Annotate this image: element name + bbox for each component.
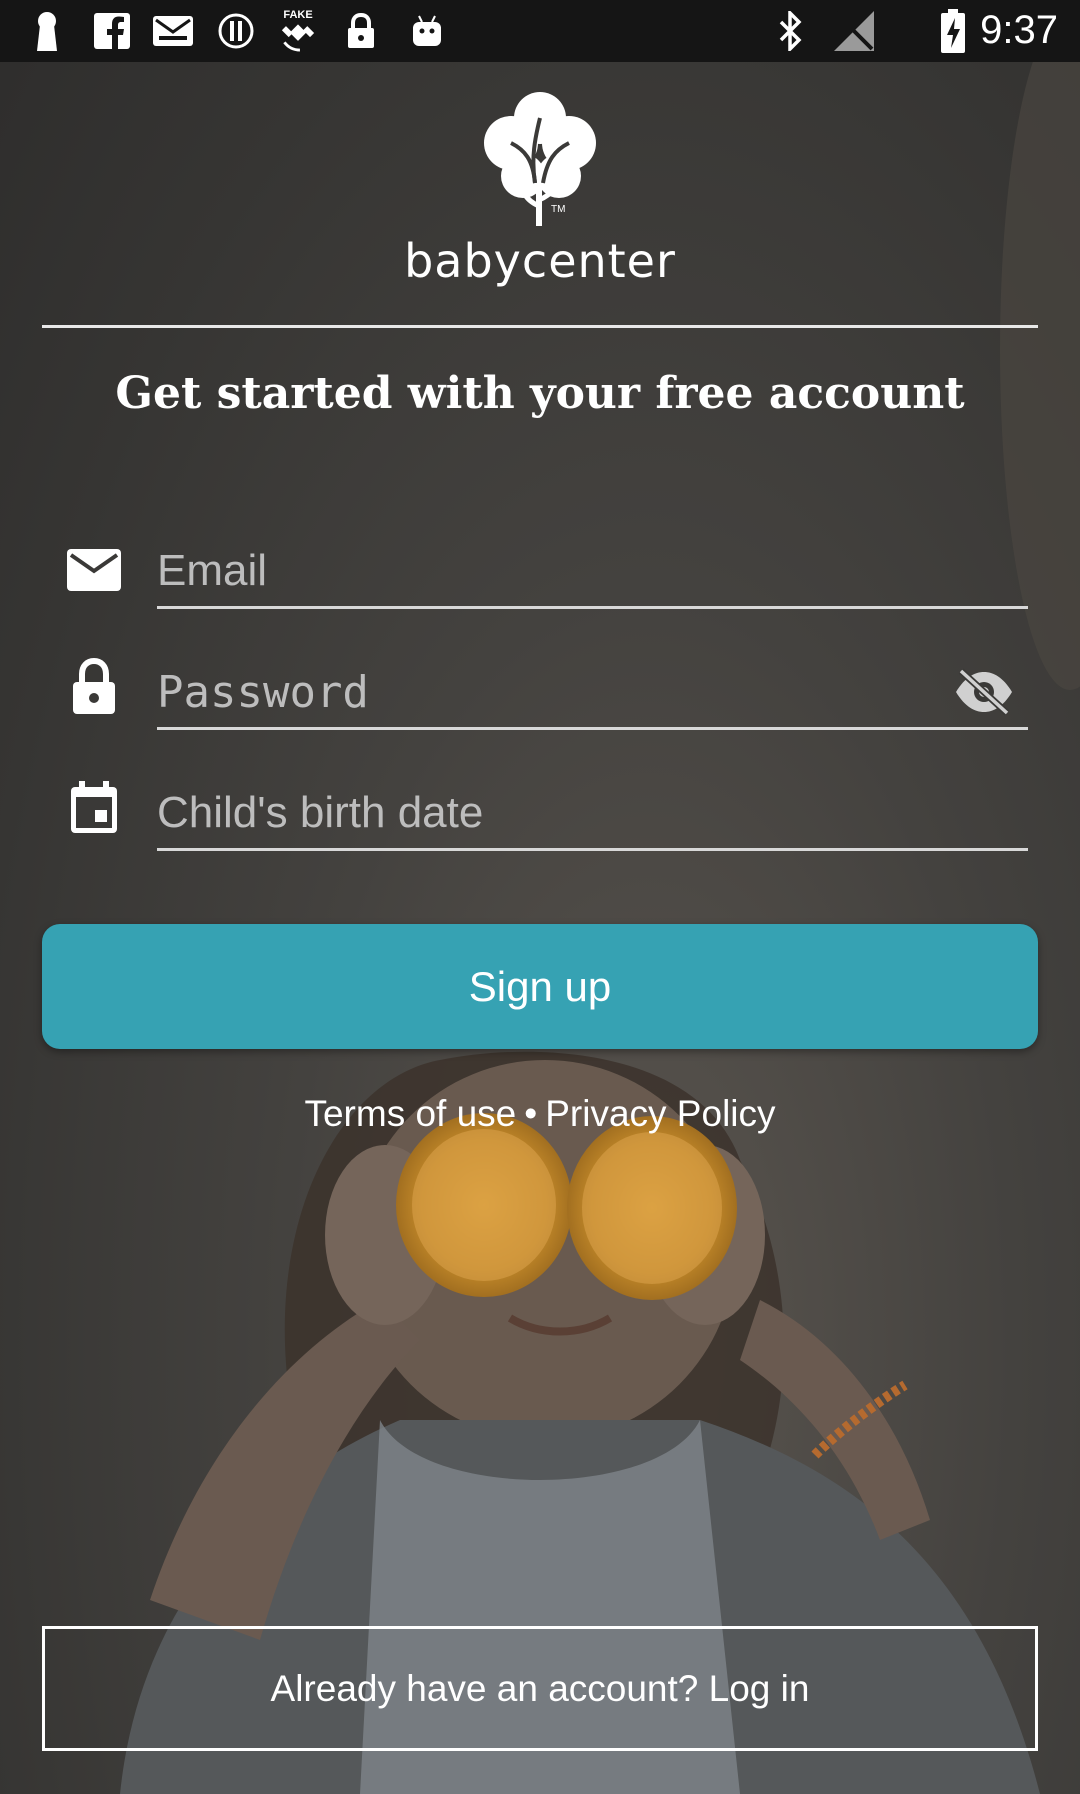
header-divider [42,325,1038,328]
page-title: Get started with your free account [115,368,965,419]
legal-links: Terms of use • Privacy Policy [0,1093,1080,1135]
brand-wordmark: babycenter [404,234,676,288]
privacy-policy-link[interactable]: Privacy Policy [545,1093,775,1134]
facebook-icon [92,10,132,52]
mail-icon [66,542,122,598]
no-signal-icon [830,10,878,52]
status-time: 9:37 [980,8,1058,52]
calendar-icon [66,780,122,836]
android-icon [408,10,446,52]
password-input[interactable] [157,657,1028,730]
birth-date-input[interactable] [157,778,1028,851]
lock-icon [66,658,122,715]
status-bar: FAKE 9:37 [0,0,1080,62]
mail-icon [152,10,194,52]
sign-up-button[interactable]: Sign up [42,924,1038,1049]
signup-screen: FAKE 9:37 TM babycenter Get started with… [0,0,1080,1794]
log-in-button[interactable]: Already have an account? Log in [42,1626,1038,1751]
eye-off-icon[interactable] [952,667,1016,717]
trademark-mark: TM [551,204,565,215]
battery-charging-icon [938,9,968,53]
fake-gps-icon: FAKE [274,10,322,52]
legal-separator: • [524,1093,538,1134]
terms-of-use-link[interactable]: Terms of use [304,1093,516,1134]
cotton-flower-icon: TM [484,92,596,226]
brand-logo: TM babycenter [0,88,1080,288]
bluetooth-icon [774,10,808,52]
lock-icon [344,10,378,52]
birth-date-row [58,778,1028,868]
email-row [58,536,1028,626]
keyhole-icon [30,10,64,52]
fake-label: FAKE [283,9,313,21]
alert-icon [216,10,256,52]
email-input[interactable] [157,536,1028,609]
password-row [58,657,1028,747]
